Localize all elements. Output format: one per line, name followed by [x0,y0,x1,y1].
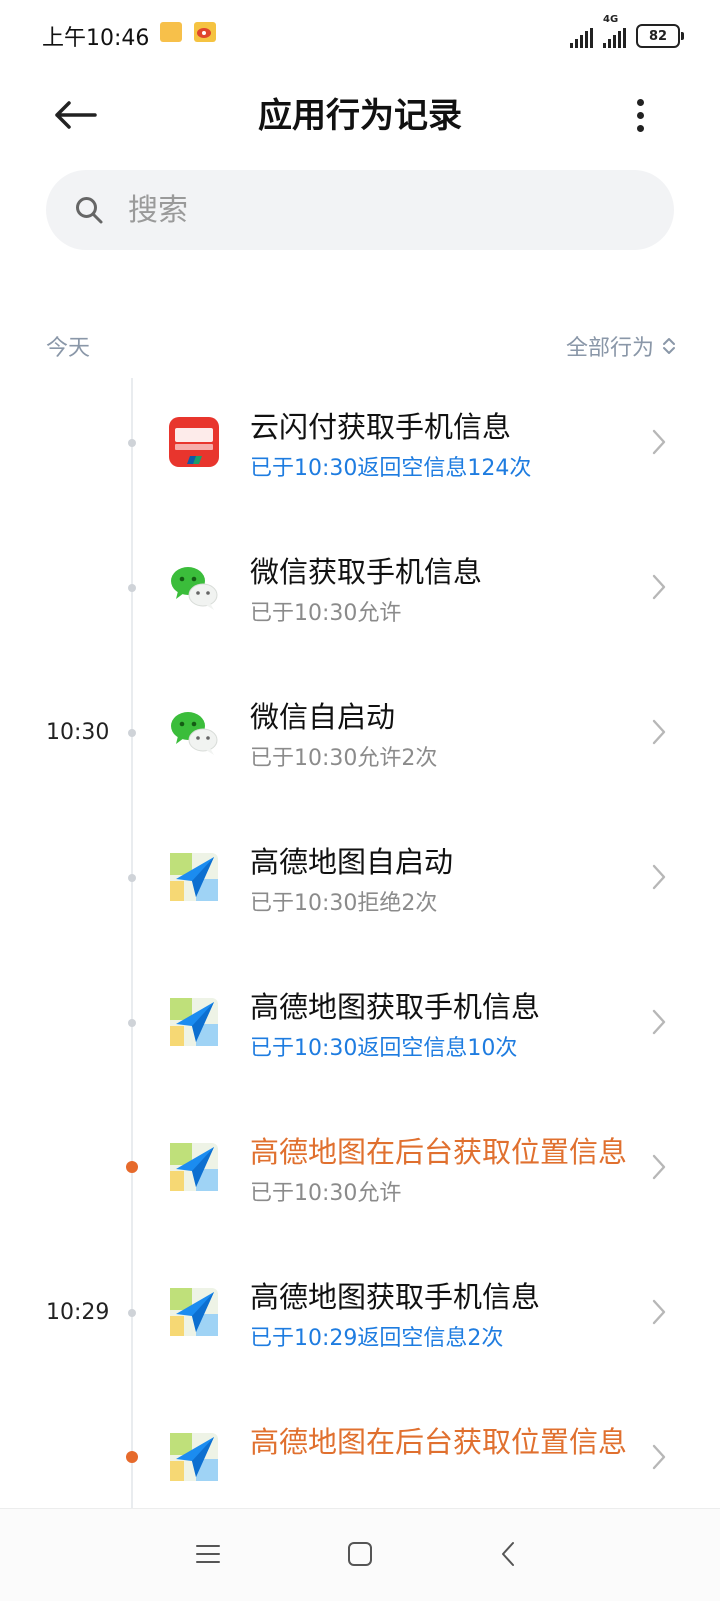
weibo-notification-icon [194,22,216,42]
amap-app-icon [168,1431,220,1483]
record-row[interactable]: 10:29 高德地图获取手机信息已于10:29返回空信息2次 [0,1260,720,1370]
record-time: 10:29 [46,1300,110,1325]
record-subtitle: 已于10:29返回空信息2次 [250,1326,504,1351]
record-title: 微信获取手机信息 [250,555,483,589]
timeline-dot-icon [128,584,136,592]
chevron-right-icon [652,429,666,455]
more-dot-icon [636,98,644,106]
menu-nav-button[interactable] [188,1534,228,1574]
timeline-warning-dot-icon [126,1161,138,1173]
record-row[interactable]: 高德地图自启动已于10:30拒绝2次 [0,825,720,935]
chevron-right-icon [652,574,666,600]
more-dot-icon [636,124,644,132]
record-subtitle: 已于10:30拒绝2次 [250,891,438,916]
amap-app-icon [168,1141,220,1193]
back-chevron-icon [502,1542,514,1566]
behavior-filter-dropdown[interactable]: 全部行为 [566,330,676,362]
page-title: 应用行为记录 [258,96,462,136]
record-row[interactable]: 云闪付获取手机信息已于10:30返回空信息124次 [0,390,720,500]
menu-icon [196,1545,220,1563]
app-bar: 应用行为记录 [0,70,720,160]
record-title: 高德地图获取手机信息 [250,1280,541,1314]
more-options-button[interactable] [620,90,660,140]
record-title: 微信自启动 [250,700,396,734]
timeline-dot-icon [128,729,136,737]
network-type-label: 4G [603,14,619,25]
date-label: 今天 [46,336,91,361]
unionpay-app-icon [168,416,220,468]
record-title: 云闪付获取手机信息 [250,410,512,444]
search-input[interactable] [126,191,580,229]
timeline-warning-dot-icon [126,1451,138,1463]
status-bar: 上午10:46 4G 82 [0,0,720,70]
more-dot-icon [636,111,644,119]
record-title: 高德地图在后台获取位置信息 [250,1425,628,1459]
record-subtitle: 已于10:30允许 [250,601,402,626]
record-row[interactable]: 高德地图在后台获取位置信息已于10:30允许 [0,1115,720,1225]
record-row[interactable]: 微信获取手机信息已于10:30允许 [0,535,720,645]
record-row[interactable]: 高德地图在后台获取位置信息 [0,1405,720,1515]
record-subtitle: 已于10:30允许 [250,1181,402,1206]
record-title: 高德地图自启动 [250,845,454,879]
record-title: 高德地图在后台获取位置信息 [250,1135,628,1169]
wechat-app-icon [168,706,220,758]
wechat-app-icon [168,561,220,613]
chevron-right-icon [652,1299,666,1325]
record-subtitle: 已于10:30返回空信息124次 [250,456,532,481]
record-time: 10:30 [46,720,110,745]
record-subtitle: 已于10:30允许2次 [250,746,438,771]
mobile-data-signal-icon: 4G [603,14,626,48]
battery-icon: 82 [636,24,684,48]
amap-app-icon [168,1286,220,1338]
record-row[interactable]: 10:30 微信自启动已于10:30允许2次 [0,680,720,790]
system-navigation-bar [0,1508,720,1601]
chevron-right-icon [652,864,666,890]
home-nav-button[interactable] [340,1534,380,1574]
search-icon [76,197,103,224]
section-header: 今天 全部行为 [0,330,720,370]
signal-strength-icon [570,28,593,48]
home-square-icon [348,1542,372,1566]
amap-app-icon [168,851,220,903]
timeline-dot-icon [128,1309,136,1317]
timeline-dot-icon [128,1019,136,1027]
timeline-dot-icon [128,439,136,447]
record-row[interactable]: 高德地图获取手机信息已于10:30返回空信息10次 [0,970,720,1080]
back-nav-button[interactable] [488,1534,528,1574]
notification-flag-icon [160,22,182,42]
battery-level: 82 [648,28,668,44]
filter-label: 全部行为 [565,336,654,361]
amap-app-icon [168,996,220,1048]
record-subtitle: 已于10:30返回空信息10次 [250,1036,518,1061]
search-bar[interactable] [46,170,674,250]
chevron-right-icon [652,1444,666,1470]
chevron-right-icon [652,719,666,745]
chevron-right-icon [652,1009,666,1035]
timeline-dot-icon [128,874,136,882]
chevron-right-icon [652,1154,666,1180]
status-time: 上午10:46 [42,26,150,51]
sort-chevrons-icon [663,338,675,354]
record-title: 高德地图获取手机信息 [250,990,541,1024]
